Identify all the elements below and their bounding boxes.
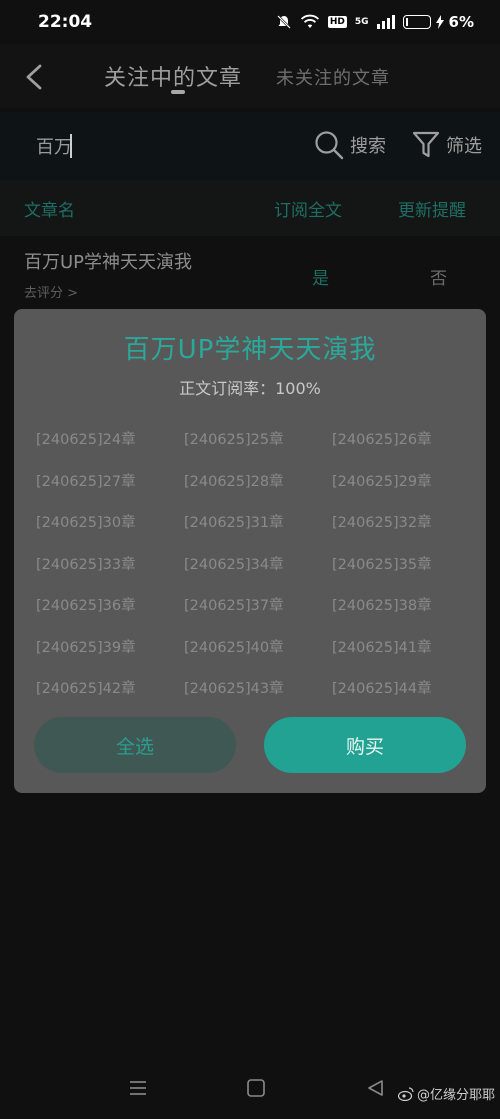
status-bar: 22:04 HD 5G 6% <box>0 0 500 44</box>
battery-icon <box>402 15 431 29</box>
chapter-item[interactable]: [240625]37章 <box>184 595 332 617</box>
battery: 6% <box>402 13 474 31</box>
dialog-title: 百万UP学神天天演我 <box>123 335 377 365</box>
system-nav-bar: @亿缘分耶耶 <box>0 1066 500 1119</box>
status-icons: HD 5G 6% <box>276 13 474 31</box>
select-all-button[interactable]: 全选 <box>34 717 236 773</box>
network-type: 5G <box>354 17 369 27</box>
chapter-item[interactable]: [240625]43章 <box>184 678 332 700</box>
tab-active-indicator <box>171 90 185 94</box>
watermark: @亿缘分耶耶 <box>398 1084 495 1103</box>
chapter-item[interactable]: [240625]44章 <box>332 678 480 700</box>
buy-button[interactable]: 购买 <box>264 717 466 773</box>
back-arrow-icon[interactable] <box>20 62 48 92</box>
search-row: 搜索 筛选 <box>0 112 500 180</box>
chapter-item[interactable]: [240625]36章 <box>36 595 184 617</box>
chapter-item[interactable]: [240625]29章 <box>332 471 480 493</box>
filter-button[interactable]: 筛选 <box>412 130 482 160</box>
article-title[interactable]: 百万UP学神天天演我 <box>24 248 192 274</box>
chapter-item[interactable]: [240625]33章 <box>36 554 184 576</box>
text-caret <box>70 134 72 158</box>
filter-button-label: 筛选 <box>446 136 482 157</box>
chapter-item[interactable]: [240625]35章 <box>332 554 480 576</box>
chapter-grid: [240625]24章 [240625]25章 [240625]26章 [240… <box>36 429 480 700</box>
chapter-item[interactable]: [240625]32章 <box>332 512 480 534</box>
back-triangle-icon[interactable] <box>366 1078 386 1098</box>
chapter-item[interactable]: [240625]42章 <box>36 678 184 700</box>
weibo-logo-icon <box>398 1086 414 1101</box>
chapter-item[interactable]: [240625]34章 <box>184 554 332 576</box>
search-icon <box>315 131 344 160</box>
chapter-item[interactable]: [240625]24章 <box>36 429 184 451</box>
bell-muted-icon <box>277 15 291 29</box>
chapter-item[interactable]: [240625]41章 <box>332 637 480 659</box>
hd-badge: HD <box>327 16 347 28</box>
chapter-item[interactable]: [240625]27章 <box>36 471 184 493</box>
chapter-item[interactable]: [240625]39章 <box>36 637 184 659</box>
rate-link[interactable]: 去评分 > <box>24 282 78 301</box>
menu-icon[interactable] <box>128 1078 148 1098</box>
tab-unfollowed-articles[interactable]: 未关注的文章 <box>276 64 390 90</box>
status-time: 22:04 <box>38 12 93 32</box>
column-update-remind: 更新提醒 <box>398 201 466 221</box>
chapter-item[interactable]: [240625]38章 <box>332 595 480 617</box>
chapter-item[interactable]: [240625]26章 <box>332 429 480 451</box>
chapter-item[interactable]: [240625]25章 <box>184 429 332 451</box>
watermark-text: @亿缘分耶耶 <box>417 1088 496 1103</box>
chapter-item[interactable]: [240625]30章 <box>36 512 184 534</box>
chapter-purchase-dialog: 百万UP学神天天演我 正文订阅率：100% [240625]24章 [24062… <box>14 309 486 793</box>
search-button[interactable]: 搜索 <box>314 130 386 160</box>
table-header: 文章名 订阅全文 更新提醒 <box>0 180 500 236</box>
column-article-name: 文章名 <box>24 201 75 221</box>
chapter-item[interactable]: [240625]31章 <box>184 512 332 534</box>
signal-icon <box>376 15 395 29</box>
chapter-item[interactable]: [240625]40章 <box>184 637 332 659</box>
chapter-item[interactable]: [240625]28章 <box>184 471 332 493</box>
top-header: 关注中的文章 未关注的文章 <box>0 44 500 108</box>
subscription-rate: 正文订阅率：100% <box>179 379 321 398</box>
search-input[interactable] <box>36 132 236 160</box>
subscribe-full-value[interactable]: 是 <box>312 264 329 289</box>
tab-following-articles[interactable]: 关注中的文章 <box>104 60 242 92</box>
wifi-icon <box>300 14 319 28</box>
column-subscribe-full: 订阅全文 <box>274 201 342 221</box>
update-remind-value[interactable]: 否 <box>430 264 447 289</box>
home-square-icon[interactable] <box>246 1078 266 1098</box>
filter-funnel-icon <box>412 131 440 158</box>
charging-bolt-icon <box>435 15 444 29</box>
search-button-label: 搜索 <box>350 136 386 157</box>
battery-percent: 6% <box>448 13 474 31</box>
